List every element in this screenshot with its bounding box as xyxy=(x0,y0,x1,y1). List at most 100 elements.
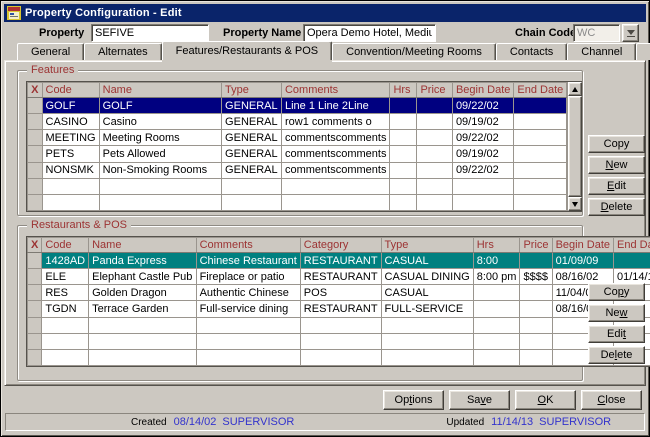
cell: row1 comments o xyxy=(281,114,389,130)
cell: Golden Dragon xyxy=(89,285,196,301)
cell: CASUAL DINING xyxy=(381,269,473,285)
restaurants-grid-wrap: XCodeNameCommentsCategoryTypeHrsPriceBeg… xyxy=(26,236,650,367)
cell xyxy=(381,333,473,349)
cell: 1428AD xyxy=(42,253,89,269)
cell xyxy=(514,162,567,178)
column-header-name: Name xyxy=(89,238,196,253)
table-row[interactable]: PETSPets AllowedGENERALcommentscomments0… xyxy=(28,146,567,162)
chain-code-input[interactable] xyxy=(573,24,620,42)
table-row[interactable]: CASINOCasinoGENERALrow1 comments o09/19/… xyxy=(28,114,567,130)
tab-channel[interactable]: Channel xyxy=(567,43,636,60)
cell: $$$$ xyxy=(520,269,552,285)
empty-row[interactable] xyxy=(28,349,650,365)
cell xyxy=(28,98,43,114)
options-button[interactable]: Options xyxy=(383,390,444,410)
table-row[interactable]: TGDNTerrace GardenFull-service diningRES… xyxy=(28,301,650,317)
edit-button[interactable]: Edit xyxy=(588,177,645,195)
empty-row[interactable] xyxy=(28,194,567,210)
scroll-thumb[interactable] xyxy=(568,96,582,197)
cell xyxy=(99,194,221,210)
cell: Non-Smoking Rooms xyxy=(99,162,221,178)
property-configuration-window: Property Configuration - Edit Property P… xyxy=(0,0,650,437)
cell xyxy=(514,178,567,194)
cell: PETS xyxy=(42,146,99,162)
tab-features-restaurants-pos[interactable]: Features/Restaurants & POS xyxy=(162,41,332,60)
table-row[interactable]: RESGolden DragonAuthentic ChinesePOSCASU… xyxy=(28,285,650,301)
property-name-input[interactable] xyxy=(303,24,436,42)
table-row[interactable]: NONSMKNon-Smoking RoomsGENERALcommentsco… xyxy=(28,162,567,178)
column-header-name: Name xyxy=(99,83,221,98)
cell xyxy=(196,349,300,365)
cell xyxy=(417,130,452,146)
cell: Authentic Chinese xyxy=(196,285,300,301)
tab-contacts[interactable]: Contacts xyxy=(496,43,567,60)
save-button[interactable]: Save xyxy=(449,390,510,410)
cell xyxy=(28,194,43,210)
cell xyxy=(196,333,300,349)
cell xyxy=(28,317,42,333)
cell xyxy=(520,253,552,269)
created-date: 08/14/02 xyxy=(174,416,217,428)
cell xyxy=(28,253,42,269)
tab-more[interactable]: More xyxy=(636,43,650,60)
cell xyxy=(390,130,417,146)
cell: MEETING xyxy=(42,130,99,146)
new-button[interactable]: New xyxy=(588,156,645,174)
scroll-down-button[interactable] xyxy=(568,197,582,211)
cell xyxy=(42,178,99,194)
features-scrollbar[interactable] xyxy=(567,82,581,211)
cell: Line 1 Line 2Line xyxy=(281,98,389,114)
cell: Casino xyxy=(99,114,221,130)
copy-button[interactable]: Copy xyxy=(588,135,645,153)
delete-button[interactable]: Delete xyxy=(588,198,645,216)
column-header-x: X xyxy=(28,238,42,253)
table-row[interactable]: GOLFGOLFGENERALLine 1 Line 2Line09/22/02 xyxy=(28,98,567,114)
table-row[interactable]: MEETINGMeeting RoomsGENERALcommentscomme… xyxy=(28,130,567,146)
cell: commentscomments xyxy=(281,130,389,146)
cell xyxy=(28,333,42,349)
tab-convention-meeting-rooms[interactable]: Convention/Meeting Rooms xyxy=(332,43,496,60)
copy-button[interactable]: Copy xyxy=(588,283,645,301)
chain-code-label: Chain Code xyxy=(515,27,576,39)
lov-dropdown-icon xyxy=(627,30,635,35)
new-button[interactable]: New xyxy=(588,304,645,322)
empty-row[interactable] xyxy=(28,178,567,194)
empty-row[interactable] xyxy=(28,333,650,349)
cell: RESTAURANT xyxy=(300,269,381,285)
title-bar[interactable]: Property Configuration - Edit xyxy=(4,4,646,22)
cell xyxy=(390,114,417,130)
created-label: Created xyxy=(131,417,167,428)
tab-alternates[interactable]: Alternates xyxy=(84,43,162,60)
close-button[interactable]: Close xyxy=(581,390,642,410)
cell: Panda Express xyxy=(89,253,196,269)
property-input[interactable] xyxy=(91,24,209,42)
scroll-up-button[interactable] xyxy=(568,82,582,96)
cell xyxy=(28,114,43,130)
table-row[interactable]: ELEElephant Castle PubFireplace or patio… xyxy=(28,269,650,285)
cell: commentscomments xyxy=(281,162,389,178)
cell xyxy=(417,146,452,162)
features-group: Features XCodeNameTypeCommentsHrsPriceBe… xyxy=(17,70,583,216)
restaurants-button-stack: Copy New Edit Delete xyxy=(588,283,645,364)
cell: 01/09/09 xyxy=(552,253,613,269)
restaurants-table: XCodeNameCommentsCategoryTypeHrsPriceBeg… xyxy=(27,237,650,366)
column-header-hrs: Hrs xyxy=(473,238,520,253)
delete-button[interactable]: Delete xyxy=(588,346,645,364)
cell xyxy=(281,178,389,194)
cell: RES xyxy=(42,285,89,301)
column-header-hrs: Hrs xyxy=(390,83,417,98)
footer-button-row: OptionsSaveOKClose xyxy=(383,390,642,410)
cell xyxy=(514,98,567,114)
cell xyxy=(281,194,389,210)
cell: GENERAL xyxy=(222,114,282,130)
tab-general[interactable]: General xyxy=(17,43,84,60)
cell: ELE xyxy=(42,269,89,285)
cell xyxy=(42,333,89,349)
cell xyxy=(514,194,567,210)
empty-row[interactable] xyxy=(28,317,650,333)
ok-button[interactable]: OK xyxy=(515,390,576,410)
cell xyxy=(390,98,417,114)
table-row[interactable]: 1428ADPanda ExpressChinese RestaurantRES… xyxy=(28,253,650,269)
chain-code-lov-button[interactable] xyxy=(622,24,639,42)
edit-button[interactable]: Edit xyxy=(588,325,645,343)
